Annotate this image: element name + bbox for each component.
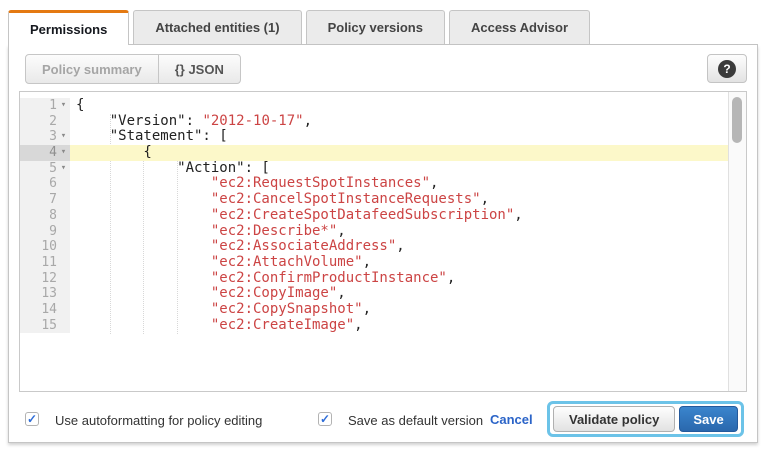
line-number: 5▾ bbox=[20, 161, 70, 177]
code-line-2[interactable]: 2 "Version": "2012-10-17", bbox=[20, 114, 746, 130]
code-area[interactable]: 1▾{2 "Version": "2012-10-17",3▾ "Stateme… bbox=[20, 92, 746, 333]
line-number: 6 bbox=[20, 176, 70, 192]
json-code-editor[interactable]: 1▾{2 "Version": "2012-10-17",3▾ "Stateme… bbox=[19, 91, 747, 392]
json-view-button[interactable]: {} JSON bbox=[158, 55, 240, 83]
line-number: 4▾ bbox=[20, 145, 70, 161]
line-number: 8 bbox=[20, 208, 70, 224]
code-text: "Version": "2012-10-17", bbox=[70, 114, 746, 130]
code-text: "ec2:CreateSpotDatafeedSubscription", bbox=[70, 208, 746, 224]
tab-bar: PermissionsAttached entities (1)Policy v… bbox=[8, 10, 758, 45]
policy-summary-button[interactable]: Policy summary bbox=[26, 55, 158, 83]
code-line-14[interactable]: 14 "ec2:CopySnapshot", bbox=[20, 302, 746, 318]
code-line-15[interactable]: 15 "ec2:CreateImage", bbox=[20, 318, 746, 334]
line-number: 9 bbox=[20, 224, 70, 240]
code-line-12[interactable]: 12 "ec2:ConfirmProductInstance", bbox=[20, 271, 746, 287]
code-text: { bbox=[70, 145, 746, 161]
code-line-7[interactable]: 7 "ec2:CancelSpotInstanceRequests", bbox=[20, 192, 746, 208]
code-text: "ec2:RequestSpotInstances", bbox=[70, 176, 746, 192]
line-number: 10 bbox=[20, 239, 70, 255]
code-line-1[interactable]: 1▾{ bbox=[20, 98, 746, 114]
line-number: 12 bbox=[20, 271, 70, 287]
code-line-13[interactable]: 13 "ec2:CopyImage", bbox=[20, 286, 746, 302]
fold-arrow-icon[interactable]: ▾ bbox=[57, 145, 70, 161]
help-icon: ? bbox=[718, 60, 736, 78]
line-number: 3▾ bbox=[20, 129, 70, 145]
help-button[interactable]: ? bbox=[707, 54, 747, 83]
code-line-5[interactable]: 5▾ "Action": [ bbox=[20, 161, 746, 177]
tab-policy-versions[interactable]: Policy versions bbox=[306, 10, 445, 44]
permissions-tab-content: Policy summary {} JSON ? 1▾{2 "Version":… bbox=[8, 45, 758, 443]
save-default-version-checkbox[interactable]: ✓ bbox=[318, 412, 332, 426]
line-number: 13 bbox=[20, 286, 70, 302]
editor-scrollbar[interactable] bbox=[728, 92, 746, 391]
line-number: 11 bbox=[20, 255, 70, 271]
code-text: "ec2:CopyImage", bbox=[70, 286, 746, 302]
code-line-4[interactable]: 4▾ { bbox=[20, 145, 746, 161]
autoformat-checkbox[interactable]: ✓ bbox=[25, 412, 39, 426]
tab-attached-entities[interactable]: Attached entities (1) bbox=[133, 10, 301, 44]
line-number: 14 bbox=[20, 302, 70, 318]
code-line-8[interactable]: 8 "ec2:CreateSpotDatafeedSubscription", bbox=[20, 208, 746, 224]
save-button[interactable]: Save bbox=[679, 406, 737, 432]
code-line-11[interactable]: 11 "ec2:AttachVolume", bbox=[20, 255, 746, 271]
code-text: "ec2:AssociateAddress", bbox=[70, 239, 746, 255]
fold-arrow-icon[interactable]: ▾ bbox=[57, 129, 70, 145]
line-number: 7 bbox=[20, 192, 70, 208]
code-text: "ec2:CancelSpotInstanceRequests", bbox=[70, 192, 746, 208]
editor-scrollbar-thumb[interactable] bbox=[732, 97, 742, 143]
policy-editor-panel: PermissionsAttached entities (1)Policy v… bbox=[8, 10, 758, 443]
code-text: "ec2:CreateImage", bbox=[70, 318, 746, 334]
code-line-6[interactable]: 6 "ec2:RequestSpotInstances", bbox=[20, 176, 746, 192]
cancel-link[interactable]: Cancel bbox=[490, 412, 533, 427]
code-text: "ec2:CopySnapshot", bbox=[70, 302, 746, 318]
tab-access-advisor[interactable]: Access Advisor bbox=[449, 10, 590, 44]
validate-policy-button[interactable]: Validate policy bbox=[553, 406, 675, 432]
code-line-3[interactable]: 3▾ "Statement": [ bbox=[20, 129, 746, 145]
code-text: "Action": [ bbox=[70, 161, 746, 177]
code-line-9[interactable]: 9 "ec2:Describe*", bbox=[20, 224, 746, 240]
code-line-10[interactable]: 10 "ec2:AssociateAddress", bbox=[20, 239, 746, 255]
action-buttons-focus-ring: Validate policy Save bbox=[547, 401, 744, 437]
line-number: 1▾ bbox=[20, 98, 70, 114]
fold-arrow-icon[interactable]: ▾ bbox=[57, 161, 70, 177]
code-text: { bbox=[70, 98, 746, 114]
view-toggle: Policy summary {} JSON bbox=[25, 54, 241, 84]
code-text: "ec2:ConfirmProductInstance", bbox=[70, 271, 746, 287]
code-text: "ec2:AttachVolume", bbox=[70, 255, 746, 271]
autoformat-label: Use autoformatting for policy editing bbox=[55, 413, 262, 428]
save-default-version-label: Save as default version bbox=[348, 413, 483, 428]
tab-permissions[interactable]: Permissions bbox=[8, 10, 129, 45]
line-number: 15 bbox=[20, 318, 70, 334]
fold-arrow-icon[interactable]: ▾ bbox=[57, 98, 70, 114]
code-text: "ec2:Describe*", bbox=[70, 224, 746, 240]
line-number: 2 bbox=[20, 114, 70, 130]
code-text: "Statement": [ bbox=[70, 129, 746, 145]
